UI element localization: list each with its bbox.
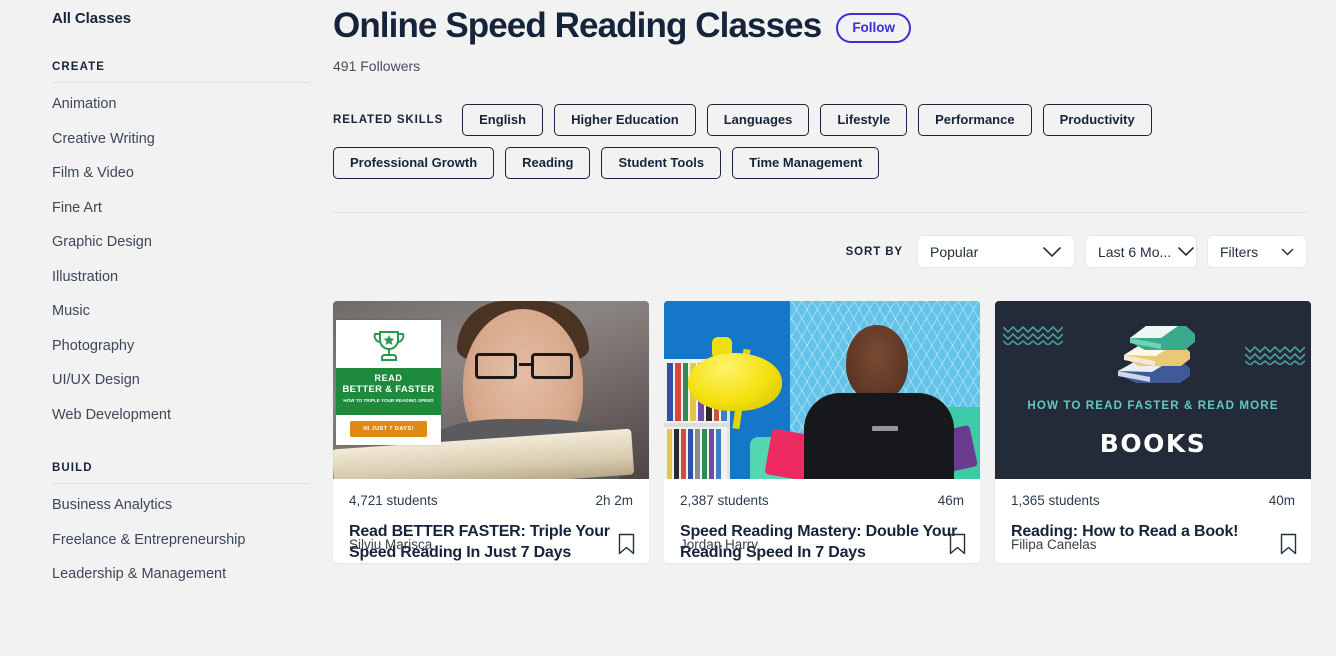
thumb-art [667, 429, 727, 480]
sidebar-item-animation[interactable]: Animation [52, 83, 309, 118]
thumb-overlay-band: READ BETTER & FASTER HOW TO TRIPLE YOUR … [336, 368, 441, 416]
class-card[interactable]: HOW TO READ FASTER & READ MORE BOOKS 1,3… [995, 301, 1311, 564]
recency-select-value: Last 6 Mo... [1098, 243, 1172, 260]
student-count: 4,721 students [349, 493, 438, 509]
sidebar-item-leadership-management[interactable]: Leadership & Management [52, 553, 309, 588]
thumb-overlay-line1: READ [374, 373, 403, 384]
zigzag-decoration-icon [1002, 323, 1064, 347]
chevron-down-icon [1177, 246, 1195, 257]
class-card[interactable]: 2,387 students 46m Speed Reading Mastery… [664, 301, 980, 564]
bookmark-icon[interactable] [1280, 533, 1297, 555]
lamp-icon [688, 353, 782, 412]
sidebar-group-title: CREATE [52, 61, 106, 73]
recency-select[interactable]: Last 6 Mo... [1085, 235, 1197, 269]
filters-button[interactable]: Filters [1207, 235, 1307, 269]
related-skills-row-2: Professional Growth Reading Student Tool… [333, 147, 1322, 180]
sidebar-group-title: BUILD [52, 462, 93, 474]
bookmark-icon[interactable] [618, 533, 635, 555]
class-card-footer: Filipa Canelas [1011, 533, 1297, 555]
sort-select[interactable]: Popular [917, 235, 1075, 269]
skill-tag-student-tools[interactable]: Student Tools [601, 147, 722, 180]
category-sidebar: All Classes CREATE Animation Creative Wr… [0, 0, 333, 656]
thumb-art [846, 325, 908, 402]
sidebar-item-freelance-entrepreneurship[interactable]: Freelance & Entrepreneurship [52, 519, 309, 554]
related-skills-row-1: RELATED SKILLS English Higher Education … [333, 104, 1322, 137]
follow-button[interactable]: Follow [836, 12, 912, 44]
class-card-meta: 2,387 students 46m [680, 493, 964, 508]
sidebar-item-fine-art[interactable]: Fine Art [52, 187, 309, 222]
teacher-name[interactable]: Silviu Marisca [349, 537, 432, 552]
chevron-down-icon [1281, 248, 1294, 256]
sidebar-item-business-analytics[interactable]: Business Analytics [52, 484, 309, 519]
chevron-down-icon [1042, 246, 1062, 258]
sidebar-group-create: CREATE Animation Creative Writing Film &… [52, 61, 310, 429]
sort-select-value: Popular [930, 243, 979, 260]
sidebar-item-film-video[interactable]: Film & Video [52, 152, 309, 187]
thumb-art [872, 426, 898, 432]
class-thumbnail[interactable]: HOW TO READ FASTER & READ MORE BOOKS [995, 301, 1311, 480]
class-thumbnail[interactable]: READ BETTER & FASTER HOW TO TRIPLE YOUR … [333, 301, 649, 480]
sidebar-item-web-development[interactable]: Web Development [52, 394, 309, 429]
student-count: 2,387 students [680, 493, 769, 509]
class-card-grid: READ BETTER & FASTER HOW TO TRIPLE YOUR … [333, 301, 1322, 564]
class-card-footer: Jordan Harry [680, 533, 966, 555]
skill-tag-languages[interactable]: Languages [706, 104, 810, 137]
book-stack-icon [1104, 313, 1202, 396]
speed-reading-classes-page: All Classes CREATE Animation Creative Wr… [0, 0, 1336, 656]
sidebar-item-music[interactable]: Music [52, 290, 309, 325]
sidebar-item-all-classes[interactable]: All Classes [52, 0, 309, 27]
sidebar-item-graphic-design[interactable]: Graphic Design [52, 221, 309, 256]
glasses-icon [475, 353, 573, 380]
followers-count: 491 Followers [333, 58, 421, 75]
sidebar-item-photography[interactable]: Photography [52, 325, 309, 360]
thumb-overlay-line3: HOW TO TRIPLE YOUR READING SPEED [343, 398, 434, 404]
sidebar-item-creative-writing[interactable]: Creative Writing [52, 118, 309, 153]
skill-tag-performance[interactable]: Performance [918, 104, 1032, 137]
class-card-meta: 1,365 students 40m [1011, 493, 1295, 508]
thumb-overlay-badge: IN JUST 7 DAYS! [350, 421, 427, 438]
class-duration: 2h 2m [595, 493, 633, 509]
related-skills-block: RELATED SKILLS English Higher Education … [333, 104, 1322, 180]
sidebar-item-ui-ux-design[interactable]: UI/UX Design [52, 359, 309, 394]
sidebar-item-illustration[interactable]: Illustration [52, 256, 309, 291]
page-title: Online Speed Reading Classes [333, 6, 822, 45]
trophy-icon [336, 326, 441, 371]
class-duration: 46m [937, 493, 964, 509]
student-count: 1,365 students [1011, 493, 1100, 509]
thumb-subhead: BOOKS [1099, 429, 1207, 459]
sort-filter-bar: SORT BY Popular Last 6 Mo... Filters [333, 235, 1307, 269]
section-divider [333, 212, 1307, 214]
sidebar-group-build: BUILD Business Analytics Freelance & Ent… [52, 462, 310, 588]
title-row: Online Speed Reading Classes Follow [333, 0, 1322, 46]
bookmark-icon[interactable] [949, 533, 966, 555]
class-thumbnail[interactable] [664, 301, 980, 480]
class-card[interactable]: READ BETTER & FASTER HOW TO TRIPLE YOUR … [333, 301, 649, 564]
filters-label: Filters [1220, 243, 1259, 260]
thumb-art [664, 423, 730, 428]
skill-tag-lifestyle[interactable]: Lifestyle [820, 104, 908, 137]
teacher-name[interactable]: Filipa Canelas [1011, 537, 1097, 552]
class-duration: 40m [1268, 493, 1295, 509]
zigzag-decoration-icon [1244, 343, 1306, 367]
class-card-footer: Silviu Marisca [349, 533, 635, 555]
skill-tag-higher-education[interactable]: Higher Education [554, 104, 696, 137]
related-skills-label: RELATED SKILLS [333, 114, 444, 127]
main-content: Online Speed Reading Classes Follow 491 … [333, 0, 1336, 656]
teacher-name[interactable]: Jordan Harry [680, 537, 758, 552]
thumb-overlay: READ BETTER & FASTER HOW TO TRIPLE YOUR … [336, 320, 441, 446]
sort-by-label: SORT BY [845, 245, 903, 258]
skill-tag-english[interactable]: English [462, 104, 544, 137]
skill-tag-reading[interactable]: Reading [505, 147, 591, 180]
skill-tag-professional-growth[interactable]: Professional Growth [333, 147, 495, 180]
thumb-headline: HOW TO READ FASTER & READ MORE [1027, 399, 1279, 413]
skill-tag-time-management[interactable]: Time Management [732, 147, 880, 180]
thumb-overlay-line2: BETTER & FASTER [342, 384, 435, 396]
skill-tag-productivity[interactable]: Productivity [1042, 104, 1152, 137]
class-card-meta: 4,721 students 2h 2m [349, 493, 633, 508]
